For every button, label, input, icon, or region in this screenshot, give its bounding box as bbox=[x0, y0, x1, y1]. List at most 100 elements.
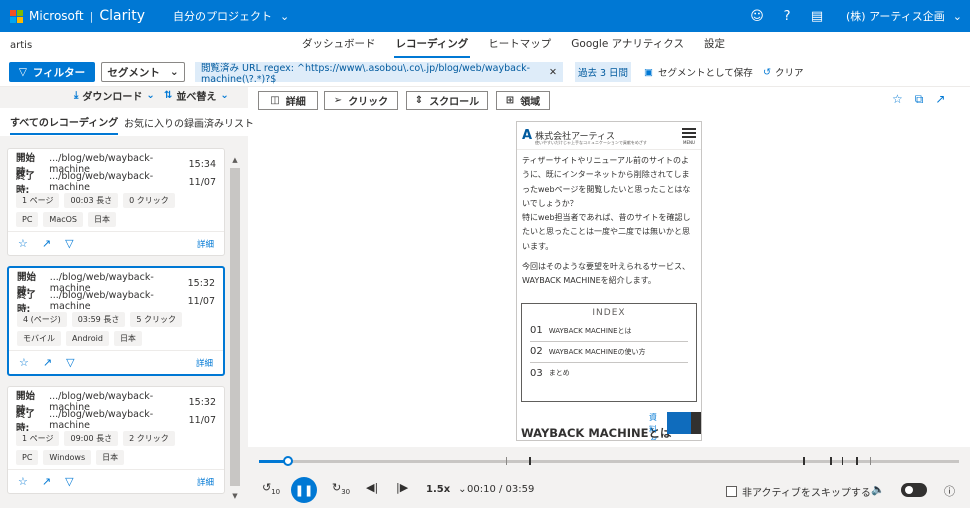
recording-card[interactable]: 開始時: .../blog/web/wayback-machine 15:32 終了… bbox=[7, 386, 225, 494]
os-badge: MacOS bbox=[43, 212, 83, 227]
autoplay-toggle[interactable] bbox=[901, 483, 927, 497]
artis-logo-icon: A bbox=[522, 128, 533, 143]
detail-button[interactable]: ◫ 詳細 bbox=[258, 91, 318, 110]
main-nav-tabs: ダッシュボード レコーディング ヒートマップ Google アナリティクス 設定 bbox=[300, 32, 727, 58]
project-selector[interactable]: 自分のプロジェクト ⌄ bbox=[173, 8, 289, 24]
scroll-down-icon[interactable]: ▼ bbox=[230, 492, 240, 502]
scroll-button[interactable]: ⇕ スクロール bbox=[406, 91, 488, 110]
menu-label: MENU bbox=[683, 140, 695, 145]
url-filter-chip[interactable]: 閲覧済み URL regex: ^https://www\.asobou\.co… bbox=[195, 62, 563, 85]
tab-all-recordings[interactable]: すべてのレコーディング bbox=[10, 114, 119, 135]
save-segment-button[interactable]: ▣ セグメントとして保存 bbox=[644, 62, 753, 82]
tab-favorite-recordings[interactable]: お気に入りの録画済みリスト bbox=[124, 115, 254, 130]
banner-image bbox=[667, 412, 691, 434]
share-icon[interactable]: ↗ bbox=[935, 92, 945, 107]
country-badge: 日本 bbox=[113, 331, 142, 346]
timeline-marker bbox=[830, 457, 832, 465]
rewind-10-icon[interactable]: ↺10 bbox=[262, 481, 280, 496]
site-name: artis bbox=[10, 40, 33, 51]
smiley-icon[interactable]: ☺ bbox=[742, 9, 772, 24]
scroll-icon: ⇕ bbox=[414, 95, 424, 106]
share-icon[interactable]: ↗ bbox=[42, 475, 51, 488]
clear-button[interactable]: ↺ クリア bbox=[763, 62, 803, 82]
recording-card[interactable]: 開始時: .../blog/web/wayback-machine 15:34 終了… bbox=[7, 148, 225, 256]
filter-button[interactable]: ▽ フィルター bbox=[9, 62, 95, 82]
share-icon[interactable]: ↗ bbox=[43, 356, 52, 369]
volume-icon[interactable]: 🔈 bbox=[871, 483, 885, 496]
download-button[interactable]: ⤓ ダウンロード ⌄ bbox=[74, 88, 155, 103]
star-icon[interactable]: ☆ bbox=[19, 356, 29, 369]
area-button[interactable]: ⊞ 領域 bbox=[496, 91, 550, 110]
tab-dashboard[interactable]: ダッシュボード bbox=[300, 32, 378, 58]
timeline-track[interactable] bbox=[259, 460, 959, 463]
end-url: .../blog/web/wayback-machine bbox=[49, 290, 154, 312]
detail-link[interactable]: 詳細 bbox=[197, 476, 214, 488]
detail-link[interactable]: 詳細 bbox=[196, 357, 213, 369]
funnel-icon[interactable]: ▽ bbox=[65, 475, 73, 488]
end-date: 11/07 bbox=[188, 414, 216, 426]
timeline-marker bbox=[506, 457, 507, 465]
copy-link-icon[interactable]: ⧉ bbox=[915, 92, 924, 107]
speed-selector[interactable]: 1.5x ⌄ bbox=[426, 484, 467, 495]
detail-link[interactable]: 詳細 bbox=[197, 238, 214, 250]
clicks-badge: 0 クリック bbox=[123, 193, 175, 208]
filter-button-label: フィルター bbox=[32, 66, 86, 79]
info-panel-icon: ◫ bbox=[270, 95, 280, 106]
device-badge: PC bbox=[16, 450, 39, 465]
article-body: ティザーサイトやリニューアル前のサイトのように、既にインターネットから削除されて… bbox=[517, 150, 701, 299]
toc-text: WAYBACK MACHINEとは bbox=[548, 326, 632, 335]
chevron-down-icon: ⌄ bbox=[169, 66, 179, 78]
click-button-label: クリック bbox=[348, 97, 389, 108]
skip-inactive-label: 非アクティブをスキップする bbox=[742, 488, 871, 499]
next-icon[interactable]: |▶ bbox=[396, 481, 408, 494]
scrollbar-thumb[interactable] bbox=[230, 168, 240, 486]
tab-heatmaps[interactable]: ヒートマップ bbox=[486, 32, 553, 58]
skip-inactive-toggle[interactable]: 非アクティブをスキップする bbox=[726, 484, 871, 499]
segment-button[interactable]: セグメント ⌄ bbox=[101, 62, 185, 82]
click-button[interactable]: ➢ クリック bbox=[324, 91, 398, 110]
share-icon[interactable]: ↗ bbox=[42, 237, 51, 250]
help-icon[interactable]: ? bbox=[772, 9, 802, 24]
star-icon[interactable]: ☆ bbox=[18, 475, 28, 488]
tab-recordings[interactable]: レコーディング bbox=[393, 32, 471, 58]
toc-number: 01 bbox=[530, 325, 543, 337]
country-badge: 日本 bbox=[88, 212, 116, 227]
document-icon[interactable]: ▤ bbox=[802, 9, 832, 24]
funnel-icon[interactable]: ▽ bbox=[66, 356, 74, 369]
timeline-marker bbox=[856, 457, 858, 465]
scroll-up-icon[interactable]: ▲ bbox=[230, 156, 240, 166]
country-badge: 日本 bbox=[96, 450, 125, 465]
product-name[interactable]: Clarity bbox=[99, 8, 145, 24]
sort-icon: ⇅ bbox=[164, 90, 173, 101]
star-icon[interactable]: ☆ bbox=[892, 92, 903, 107]
start-time: 15:32 bbox=[187, 277, 215, 289]
previous-icon[interactable]: ◀| bbox=[366, 481, 378, 494]
os-badge: Windows bbox=[43, 450, 92, 465]
date-filter-chip[interactable]: 過去 3 日間 bbox=[575, 62, 631, 82]
microsoft-logo-icon bbox=[10, 9, 23, 23]
info-icon[interactable]: ⓘ bbox=[944, 483, 955, 499]
funnel-icon[interactable]: ▽ bbox=[65, 237, 73, 250]
duration-badge: 09:00 長さ bbox=[64, 431, 119, 446]
account-selector[interactable]: (株) アーティス企画 ⌄ bbox=[846, 8, 962, 24]
save-icon: ▣ bbox=[644, 66, 653, 78]
duration-badge: 00:03 長さ bbox=[64, 193, 119, 208]
grid-icon: ⊞ bbox=[505, 95, 515, 106]
sort-button[interactable]: ⇅ 並べ替え ⌄ bbox=[164, 88, 229, 103]
tab-google-analytics[interactable]: Google アナリティクス bbox=[569, 32, 686, 58]
paragraph: 今回はそのような要望を叶えられるサービス、WAYBACK MACHINEを紹介し… bbox=[522, 262, 690, 286]
skip-inactive-checkbox[interactable] bbox=[726, 486, 737, 497]
pages-badge: 4 (ページ) bbox=[17, 312, 67, 327]
close-icon[interactable]: ✕ bbox=[549, 67, 557, 78]
clicks-badge: 5 クリック bbox=[130, 312, 182, 327]
recording-card-selected[interactable]: 開始時: .../blog/web/wayback-machine 15:32 終了… bbox=[7, 266, 225, 376]
cursor-icon: ➢ bbox=[333, 95, 343, 106]
pause-button[interactable]: ❚❚ bbox=[291, 477, 317, 503]
forward-30-icon[interactable]: ↻30 bbox=[332, 481, 350, 496]
chevron-down-icon: ⌄ bbox=[458, 484, 467, 495]
toc-number: 02 bbox=[530, 346, 543, 358]
tab-settings[interactable]: 設定 bbox=[702, 32, 727, 58]
end-label: 終了時: bbox=[17, 290, 37, 315]
download-materials-tab: 資料ダウ bbox=[649, 413, 657, 440]
star-icon[interactable]: ☆ bbox=[18, 237, 28, 250]
